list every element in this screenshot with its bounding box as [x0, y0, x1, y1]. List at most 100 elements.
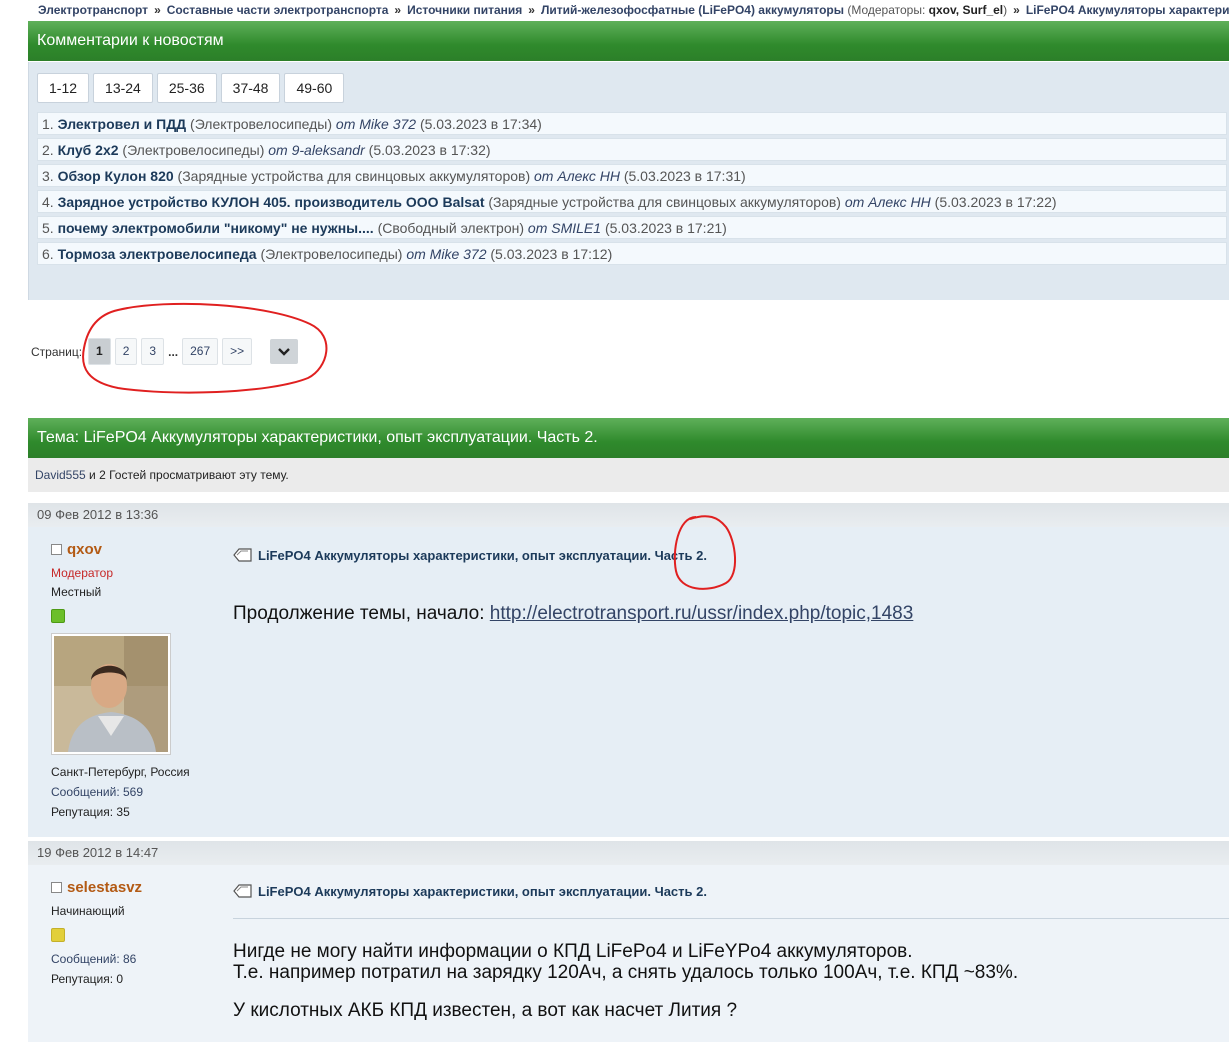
breadcrumb-moderators: (Модераторы: qxov, Surf_el): [847, 3, 1007, 17]
poster-info: selestasvz Начинающий Сообщений: 86 Репу…: [51, 879, 221, 986]
item-section: (Электровелосипеды): [190, 116, 333, 132]
item-date: (5.03.2023 в 17:31): [623, 168, 746, 184]
item-section: (Электровелосипеды): [260, 246, 403, 262]
pagination-label: Страниц:: [31, 344, 83, 359]
list-item: 2. Клуб 2х2 (Электровелосипеды) от 9-ale…: [37, 138, 1227, 161]
topic-tag-icon: [233, 884, 252, 898]
moderators-names[interactable]: qxov, Surf_el: [929, 3, 1003, 17]
item-date: (5.03.2023 в 17:34): [419, 116, 542, 132]
post-body-line: Нигде не могу найти информации о КПД LiF…: [233, 941, 913, 962]
item-date: (5.03.2023 в 17:32): [368, 142, 491, 158]
item-title-link[interactable]: Тормоза электровелосипеда: [58, 246, 257, 262]
author-name-text[interactable]: selestasvz: [67, 879, 142, 896]
comments-panel: 1-12 13-24 25-36 37-48 49-60 1. Электров…: [28, 62, 1229, 300]
comments-header: Комментарии к новостям: [28, 21, 1229, 61]
rank-star-icon: [51, 928, 65, 942]
post-subject-text[interactable]: LiFePO4 Аккумуляторы характеристики, опы…: [258, 548, 707, 563]
breadcrumb-link-components[interactable]: Составные части электротранспорта: [167, 3, 389, 17]
item-date: (5.03.2023 в 17:12): [490, 246, 613, 262]
moderators-suffix: ): [1003, 3, 1008, 17]
author-post-count-link[interactable]: Сообщений: 86: [51, 952, 136, 966]
author-name[interactable]: selestasvz: [51, 879, 221, 896]
author-reputation: Репутация: 35: [51, 805, 130, 819]
post-subject-text[interactable]: LiFePO4 Аккумуляторы характеристики, опы…: [258, 884, 707, 899]
post-divider: [233, 918, 1229, 919]
topic-header: Тема: LiFePO4 Аккумуляторы характеристик…: [28, 418, 1229, 458]
item-section: (Свободный электрон): [377, 220, 525, 236]
offline-status-icon: [51, 544, 62, 555]
post-body-link[interactable]: http://electrotransport.ru/ussr/index.ph…: [490, 603, 914, 624]
item-title-link[interactable]: Зарядное устройство КУЛОН 405. производи…: [58, 194, 485, 210]
post-body-text: Продолжение темы, начало:: [233, 603, 490, 624]
author-name[interactable]: qxov: [51, 541, 221, 558]
page-ellipsis: ...: [168, 344, 179, 359]
range-tab-37-48[interactable]: 37-48: [220, 73, 281, 103]
author-rank: Местный: [51, 585, 102, 599]
breadcrumb-separator: »: [528, 3, 535, 17]
author-post-count-link[interactable]: Сообщений: 569: [51, 785, 143, 799]
author-post-count[interactable]: Сообщений: 86: [51, 952, 221, 966]
page-link-next[interactable]: >>: [222, 338, 253, 365]
range-tab-13-24[interactable]: 13-24: [93, 73, 153, 103]
breadcrumb: Электротранспорт » Составные части электро…: [0, 0, 1229, 20]
avatar-photo: [54, 636, 168, 752]
topic-tag-icon: [233, 548, 252, 562]
viewer-user-link[interactable]: David555: [35, 468, 86, 482]
post-body-line: Т.е. например потратил на зарядку 120Ач,…: [233, 962, 1019, 983]
post-subject[interactable]: LiFePO4 Аккумуляторы характеристики, опы…: [233, 883, 707, 899]
item-author-link[interactable]: от Алекс НН: [534, 168, 620, 184]
author-rank: Начинающий: [51, 904, 125, 918]
post-subject[interactable]: LiFePO4 Аккумуляторы характеристики, опы…: [233, 547, 707, 563]
range-tab-1-12[interactable]: 1-12: [37, 73, 90, 103]
topic-viewers: David555 и 2 Гостей просматривают эту те…: [28, 458, 1229, 492]
list-item: 6. Тормоза электровелосипеда (Электровел…: [37, 242, 1227, 265]
item-author-link[interactable]: от Mike 372: [336, 116, 416, 132]
page-link-last[interactable]: 267: [182, 338, 219, 365]
breadcrumb-separator: »: [394, 3, 402, 17]
breadcrumb-link-lifepo4-board[interactable]: Литий-железофосфатные (LiFePO4) аккумуля…: [541, 3, 844, 17]
item-section: (Зарядные устройства для свинцовых аккум…: [488, 194, 841, 210]
breadcrumb-separator: »: [1013, 3, 1020, 17]
item-title-link[interactable]: Электровел и ПДД: [58, 116, 187, 132]
page-link-3[interactable]: 3: [141, 338, 165, 365]
item-number: 6.: [42, 246, 54, 262]
range-tab-25-36[interactable]: 25-36: [156, 73, 217, 103]
item-number: 2.: [42, 142, 54, 158]
pagination: Страниц: 1 2 3 ... 267 >>: [31, 338, 299, 365]
author-post-count[interactable]: Сообщений: 569: [51, 785, 221, 799]
item-author-link[interactable]: от Mike 372: [406, 246, 486, 262]
item-author-link[interactable]: от Алекс НН: [845, 194, 931, 210]
item-title-link[interactable]: почему электромобили "никому" не нужны..…: [58, 220, 374, 236]
breadcrumb-separator: »: [154, 3, 161, 17]
item-number: 3.: [42, 168, 54, 184]
post-1: 09 Фев 2012 в 13:36 qxov Модератор Местн…: [28, 503, 1229, 837]
item-date: (5.03.2023 в 17:22): [934, 194, 1057, 210]
breadcrumb-link-electrotransport[interactable]: Электротранспорт: [38, 3, 148, 17]
breadcrumb-current-topic[interactable]: LiFePO4 Аккумуляторы характеристики: [1026, 3, 1229, 17]
item-title-link[interactable]: Клуб 2х2: [58, 142, 119, 158]
list-item: 1. Электровел и ПДД (Электровелосипеды) …: [37, 112, 1227, 135]
post-date: 09 Фев 2012 в 13:36: [28, 503, 1229, 527]
post-date: 19 Фев 2012 в 14:47: [28, 841, 1229, 865]
author-name-text[interactable]: qxov: [67, 541, 102, 558]
item-number: 1.: [42, 116, 54, 132]
post-body: Продолжение темы, начало: http://electro…: [233, 603, 913, 624]
page-jump-button[interactable]: [270, 339, 299, 364]
range-tabs: 1-12 13-24 25-36 37-48 49-60: [37, 73, 345, 103]
poster-info: qxov Модератор Местный Санкт-Петербург, …: [51, 541, 221, 819]
breadcrumb-link-power-sources[interactable]: Источники питания: [407, 3, 522, 17]
rank-star-icon: [51, 609, 65, 623]
list-item: 4. Зарядное устройство КУЛОН 405. произв…: [37, 190, 1227, 213]
page-current: 1: [88, 338, 111, 365]
list-item: 5. почему электромобили "никому" не нужн…: [37, 216, 1227, 239]
page-link-2[interactable]: 2: [114, 338, 138, 365]
list-item: 3. Обзор Кулон 820 (Зарядные устройства …: [37, 164, 1227, 187]
item-date: (5.03.2023 в 17:21): [604, 220, 727, 236]
item-author-link[interactable]: от 9-aleksandr: [268, 142, 365, 158]
author-reputation: Репутация: 0: [51, 972, 124, 986]
item-author-link[interactable]: от SMILE1: [528, 220, 601, 236]
item-title-link[interactable]: Обзор Кулон 820: [58, 168, 174, 184]
range-tab-49-60[interactable]: 49-60: [284, 73, 345, 103]
offline-status-icon: [51, 882, 62, 893]
avatar: [51, 633, 171, 755]
